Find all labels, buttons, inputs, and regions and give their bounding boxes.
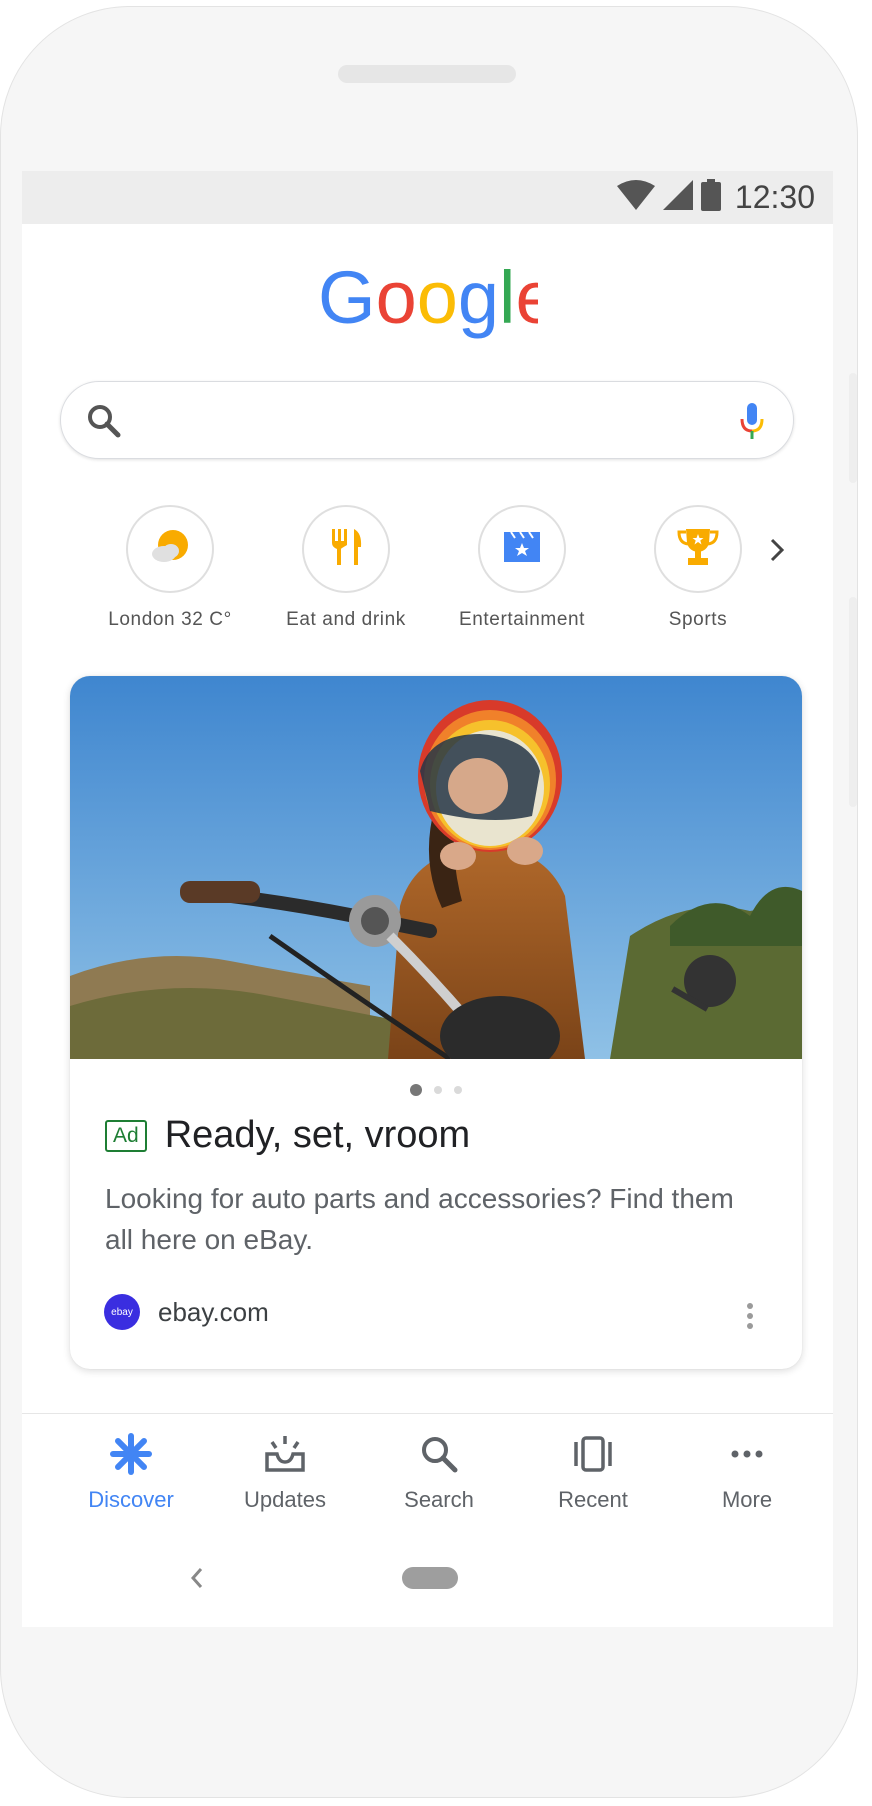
shortcuts-row: London 32 C° Eat and drink Entertainment…: [22, 505, 833, 635]
battery-icon: [700, 178, 721, 216]
weather-sun-cloud-icon: [150, 527, 190, 572]
cards-stack-icon: [571, 1432, 615, 1481]
shortcut-weather[interactable]: London 32 C°: [80, 505, 260, 631]
signal-icon: [662, 179, 693, 215]
search-icon: [85, 402, 123, 445]
nav-label: More: [721, 1487, 773, 1512]
nav-more[interactable]: More: [672, 1432, 822, 1513]
card-description: Looking for auto parts and accessories? …: [105, 1183, 734, 1255]
inbox-tray-icon: [263, 1432, 307, 1481]
asterisk-icon: [109, 1432, 153, 1481]
fork-knife-icon: [328, 527, 364, 572]
shortcut-label: Eat and drink: [286, 609, 406, 630]
ad-card[interactable]: Ad Ready, set, vroom Looking for auto pa…: [70, 676, 802, 1369]
nav-search[interactable]: Search: [364, 1432, 514, 1513]
nav-recent[interactable]: Recent: [518, 1432, 668, 1513]
status-bar: 12:30: [22, 171, 833, 224]
google-logo: Google: [22, 261, 833, 341]
shortcut-entertainment[interactable]: Entertainment: [432, 505, 612, 631]
shortcut-eat-circle: [302, 505, 390, 593]
microphone-icon[interactable]: [739, 401, 765, 446]
nav-updates[interactable]: Updates: [210, 1432, 360, 1513]
trophy-icon: [676, 527, 720, 572]
shortcut-label: Sports: [668, 609, 728, 630]
nav-label: Recent: [558, 1487, 628, 1512]
card-source[interactable]: ebay ebay.com: [104, 1294, 269, 1330]
shortcut-label: London 32 C°: [108, 609, 232, 630]
carousel-dot[interactable]: [434, 1086, 442, 1094]
carousel-dot[interactable]: [454, 1086, 462, 1094]
google-logo-text: Google: [318, 261, 538, 339]
card-title[interactable]: Ready, set, vroom: [165, 1114, 471, 1157]
motorcycle-helmet-photo: [70, 676, 802, 1059]
ebay-logo: ebay: [104, 1294, 140, 1330]
shortcut-entertainment-circle: [478, 505, 566, 593]
chevron-right-icon[interactable]: [767, 535, 787, 570]
nav-label: Updates: [244, 1487, 326, 1512]
volume-button: [849, 373, 857, 483]
search-icon: [417, 1432, 461, 1481]
more-vertical-icon[interactable]: [746, 1302, 754, 1335]
source-domain[interactable]: ebay.com: [158, 1297, 269, 1328]
shortcut-label: Entertainment: [458, 609, 586, 630]
clapperboard-icon: [503, 530, 541, 568]
screen: 12:30 Google London 32 C° Eat and drink …: [22, 171, 833, 1627]
power-button: [849, 597, 857, 807]
nav-label: Discover: [88, 1487, 174, 1512]
more-horizontal-icon: [725, 1432, 769, 1481]
nav-discover[interactable]: Discover: [56, 1432, 206, 1513]
ad-badge: Ad: [105, 1119, 147, 1152]
wifi-icon: [616, 179, 655, 215]
card-header: Ad Ready, set, vroom: [105, 1114, 470, 1157]
nav-label: Search: [404, 1487, 474, 1512]
shortcut-weather-circle: [126, 505, 214, 593]
status-time: 12:30: [734, 178, 815, 215]
shortcut-eat-and-drink[interactable]: Eat and drink: [256, 505, 436, 631]
back-icon[interactable]: [188, 1564, 206, 1597]
search-input[interactable]: [133, 400, 717, 442]
carousel-dots: [70, 1084, 802, 1096]
bottom-navigation: Discover Updates Search Recent More: [22, 1413, 833, 1535]
phone-speaker: [338, 65, 516, 83]
carousel-dot-active[interactable]: [410, 1084, 422, 1096]
system-navigation: [22, 1534, 833, 1627]
search-bar[interactable]: [60, 381, 794, 459]
home-pill-button[interactable]: [402, 1567, 458, 1589]
shortcut-sports[interactable]: Sports: [608, 505, 788, 631]
shortcut-sports-circle: [654, 505, 742, 593]
